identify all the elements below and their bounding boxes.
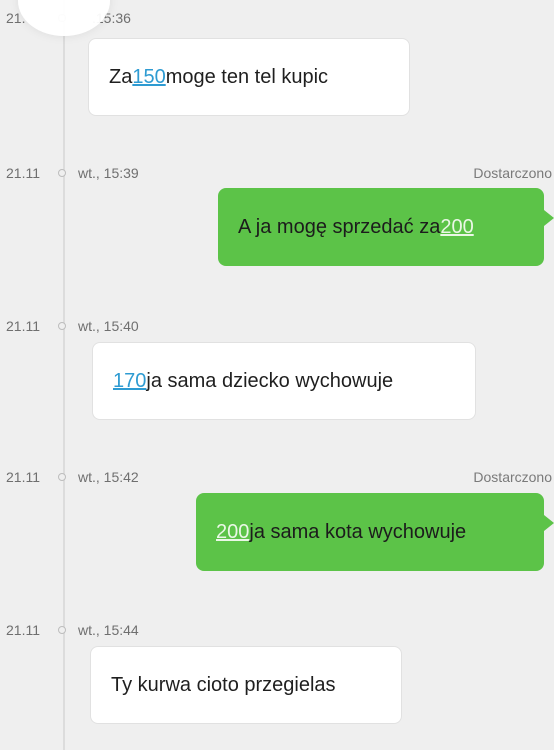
overlay-blur: [18, 0, 110, 36]
message-bubble-outgoing[interactable]: 200 ja sama kota wychowuje: [196, 493, 554, 571]
message-bubble-incoming[interactable]: Ty kurwa cioto przegielas: [90, 646, 402, 724]
timestamp-time: wt., 15:44: [78, 622, 139, 638]
message-thread: 21. .15:36 Za 150 moge ten tel kupic 21.…: [0, 0, 554, 750]
message-bubble-incoming[interactable]: Za 150 moge ten tel kupic: [88, 38, 410, 116]
timestamp-date: 21.11: [6, 622, 40, 638]
timestamp-time: wt., 15:40: [78, 318, 139, 334]
message-bubble-incoming[interactable]: 170 ja sama dziecko wychowuje: [92, 342, 476, 420]
delivery-status: Dostarczono: [473, 469, 552, 485]
timeline-dot-icon: [58, 169, 66, 177]
timeline-dot-icon: [58, 322, 66, 330]
timestamp-row: 21.11 wt., 15:42 Dostarczono: [0, 467, 554, 489]
bubble-tail: [544, 210, 554, 226]
message-text: ja sama dziecko wychowuje: [146, 370, 394, 392]
delivery-status: Dostarczono: [473, 165, 552, 181]
message-text: ja sama kota wychowuje: [249, 521, 467, 543]
message-text: Za: [109, 66, 133, 88]
number-link[interactable]: 200: [216, 520, 249, 544]
message-bubble-outgoing[interactable]: A ja mogę sprzedać za 200: [218, 188, 554, 266]
message-text: Ty kurwa cioto przegielas: [111, 674, 336, 696]
timestamp-row: 21.11 wt., 15:39 Dostarczono: [0, 163, 554, 185]
timestamp-row: 21.11 wt., 15:40: [0, 316, 554, 338]
timestamp-row: 21.11 wt., 15:44: [0, 620, 554, 642]
number-link[interactable]: 170: [113, 369, 146, 393]
timeline-dot-icon: [58, 626, 66, 634]
message-text: A ja mogę sprzedać za: [238, 216, 441, 238]
timestamp-date: 21.11: [6, 165, 40, 181]
message-text: moge ten tel kupic: [165, 66, 329, 88]
timeline-dot-icon: [58, 473, 66, 481]
number-link[interactable]: 150: [132, 65, 165, 89]
timestamp-time: wt., 15:39: [78, 165, 139, 181]
number-link[interactable]: 200: [440, 215, 473, 239]
timestamp-time: wt., 15:42: [78, 469, 139, 485]
bubble-tail: [544, 515, 554, 531]
timestamp-date: 21.11: [6, 318, 40, 334]
timestamp-date: 21.11: [6, 469, 40, 485]
